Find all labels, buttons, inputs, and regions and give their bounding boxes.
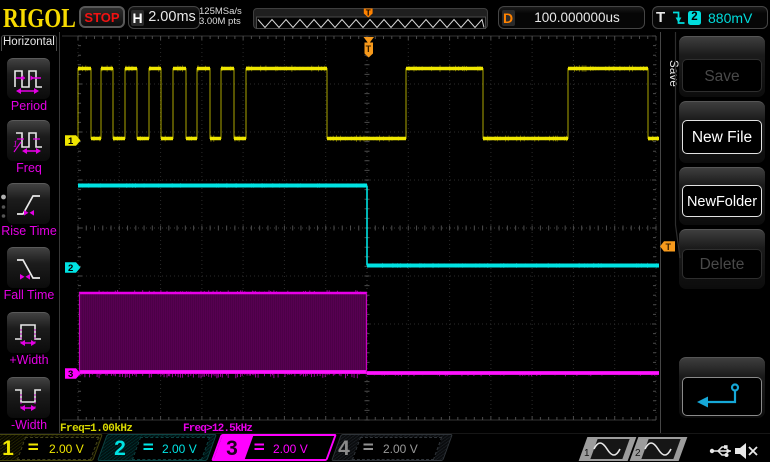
svg-text:Freq>12.5kHz: Freq>12.5kHz: [183, 423, 253, 433]
svg-text:T: T: [366, 9, 371, 18]
svg-text:3: 3: [68, 369, 73, 380]
svg-text:1: 1: [68, 136, 74, 147]
svg-text:2: 2: [68, 263, 73, 274]
svg-text:T: T: [366, 44, 372, 54]
svg-text:Freq=1.00kHz: Freq=1.00kHz: [60, 423, 133, 433]
